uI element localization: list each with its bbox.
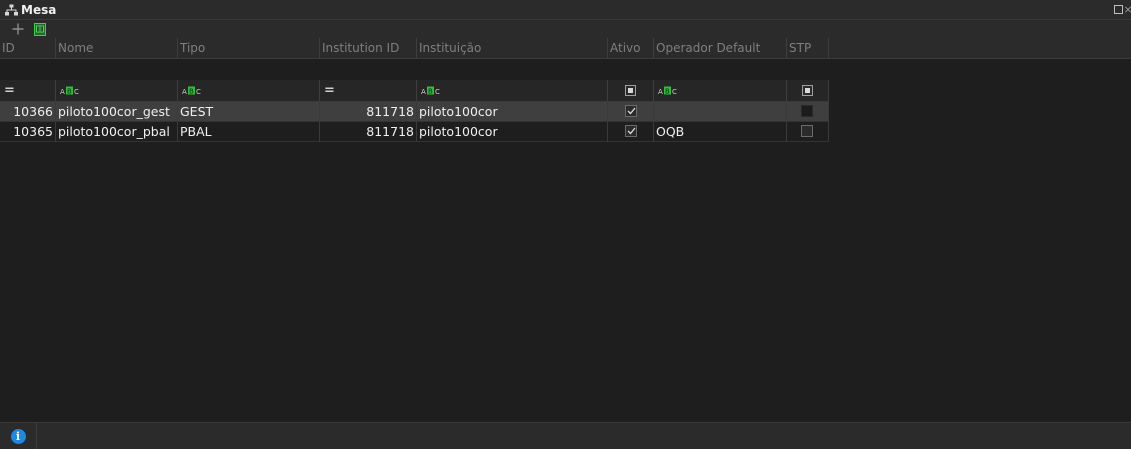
table-row[interactable]: 10366 piloto100cor_gest GEST 811718 pilo… [0,102,829,122]
statusbar: i [0,422,1131,449]
equals-icon: = [4,83,15,98]
table-row[interactable]: 10365 piloto100cor_pbal PBAL 811718 pilo… [0,122,829,142]
close-icon[interactable] [1125,3,1131,17]
svg-text:A: A [421,88,426,95]
ativo-checkbox[interactable] [625,125,637,137]
column-header-nome[interactable]: Nome [56,38,178,58]
text-filter-icon: ABC [421,86,441,95]
filter-institution-id[interactable]: = [320,80,417,101]
column-header-instituicao[interactable]: Instituição [417,38,608,58]
filter-operador-default[interactable]: ABC [654,80,787,101]
toolbar [0,20,1131,38]
cell-id[interactable]: 10365 [0,122,56,142]
svg-text:C: C [672,88,677,95]
svg-text:C: C [74,88,79,95]
svg-text:C: C [435,88,440,95]
cell-instituicao[interactable]: piloto100cor [417,122,608,142]
table-header: ID Nome Tipo Institution ID Instituição … [0,38,1131,59]
hierarchy-icon [4,3,18,17]
text-filter-icon: ABC [658,86,678,95]
svg-text:A: A [60,88,65,95]
filter-instituicao[interactable]: ABC [417,80,608,101]
info-icon[interactable]: i [10,428,26,444]
svg-text:B: B [665,88,670,96]
equals-icon: = [324,83,335,98]
text-filter-icon: ABC [182,86,202,95]
stp-checkbox[interactable] [801,125,813,137]
grid-empty-area [0,143,1131,421]
svg-text:B: B [67,88,72,96]
column-header-stp[interactable]: STP [787,38,829,58]
cell-institution-id[interactable]: 811718 [320,102,417,122]
column-header-ativo[interactable]: Ativo [608,38,654,58]
filter-row: = ABC ABC = ABC ABC [0,80,829,102]
column-header-operador-default[interactable]: Operador Default [654,38,787,58]
cell-ativo[interactable] [608,122,654,142]
filter-id[interactable]: = [0,80,56,101]
svg-text:A: A [658,88,663,95]
column-header-id[interactable]: ID [0,38,56,58]
cell-stp[interactable] [787,122,829,142]
filter-ativo[interactable] [608,80,654,101]
checkbox-filter-icon [802,85,813,96]
svg-text:A: A [182,88,187,95]
cell-operador-default[interactable] [654,102,787,122]
column-header-tipo[interactable]: Tipo [178,38,320,58]
export-sheet-icon [34,22,46,36]
stp-checkbox[interactable] [801,105,813,117]
cell-id[interactable]: 10366 [0,102,56,122]
export-button[interactable] [30,21,50,37]
text-filter-icon: ABC [60,86,80,95]
cell-nome[interactable]: piloto100cor_pbal [56,122,178,142]
svg-text:B: B [428,88,433,96]
add-button[interactable] [8,21,28,37]
cell-tipo[interactable]: GEST [178,102,320,122]
cell-operador-default[interactable]: OQB [654,122,787,142]
column-header-institution-id[interactable]: Institution ID [320,38,417,58]
cell-ativo[interactable] [608,102,654,122]
cell-instituicao[interactable]: piloto100cor [417,102,608,122]
svg-text:B: B [189,88,194,96]
cell-institution-id[interactable]: 811718 [320,122,417,142]
checkbox-filter-icon [625,85,636,96]
cell-nome[interactable]: piloto100cor_gest [56,102,178,122]
window-title: Mesa [21,2,57,17]
filter-nome[interactable]: ABC [56,80,178,101]
cell-stp[interactable] [787,102,829,122]
plus-icon [12,23,24,35]
ativo-checkbox[interactable] [625,105,637,117]
svg-text:C: C [196,88,201,95]
maximize-icon[interactable] [1111,3,1125,17]
filter-tipo[interactable]: ABC [178,80,320,101]
cell-tipo[interactable]: PBAL [178,122,320,142]
filter-stp[interactable] [787,80,829,101]
window-titlebar: Mesa [0,0,1131,20]
